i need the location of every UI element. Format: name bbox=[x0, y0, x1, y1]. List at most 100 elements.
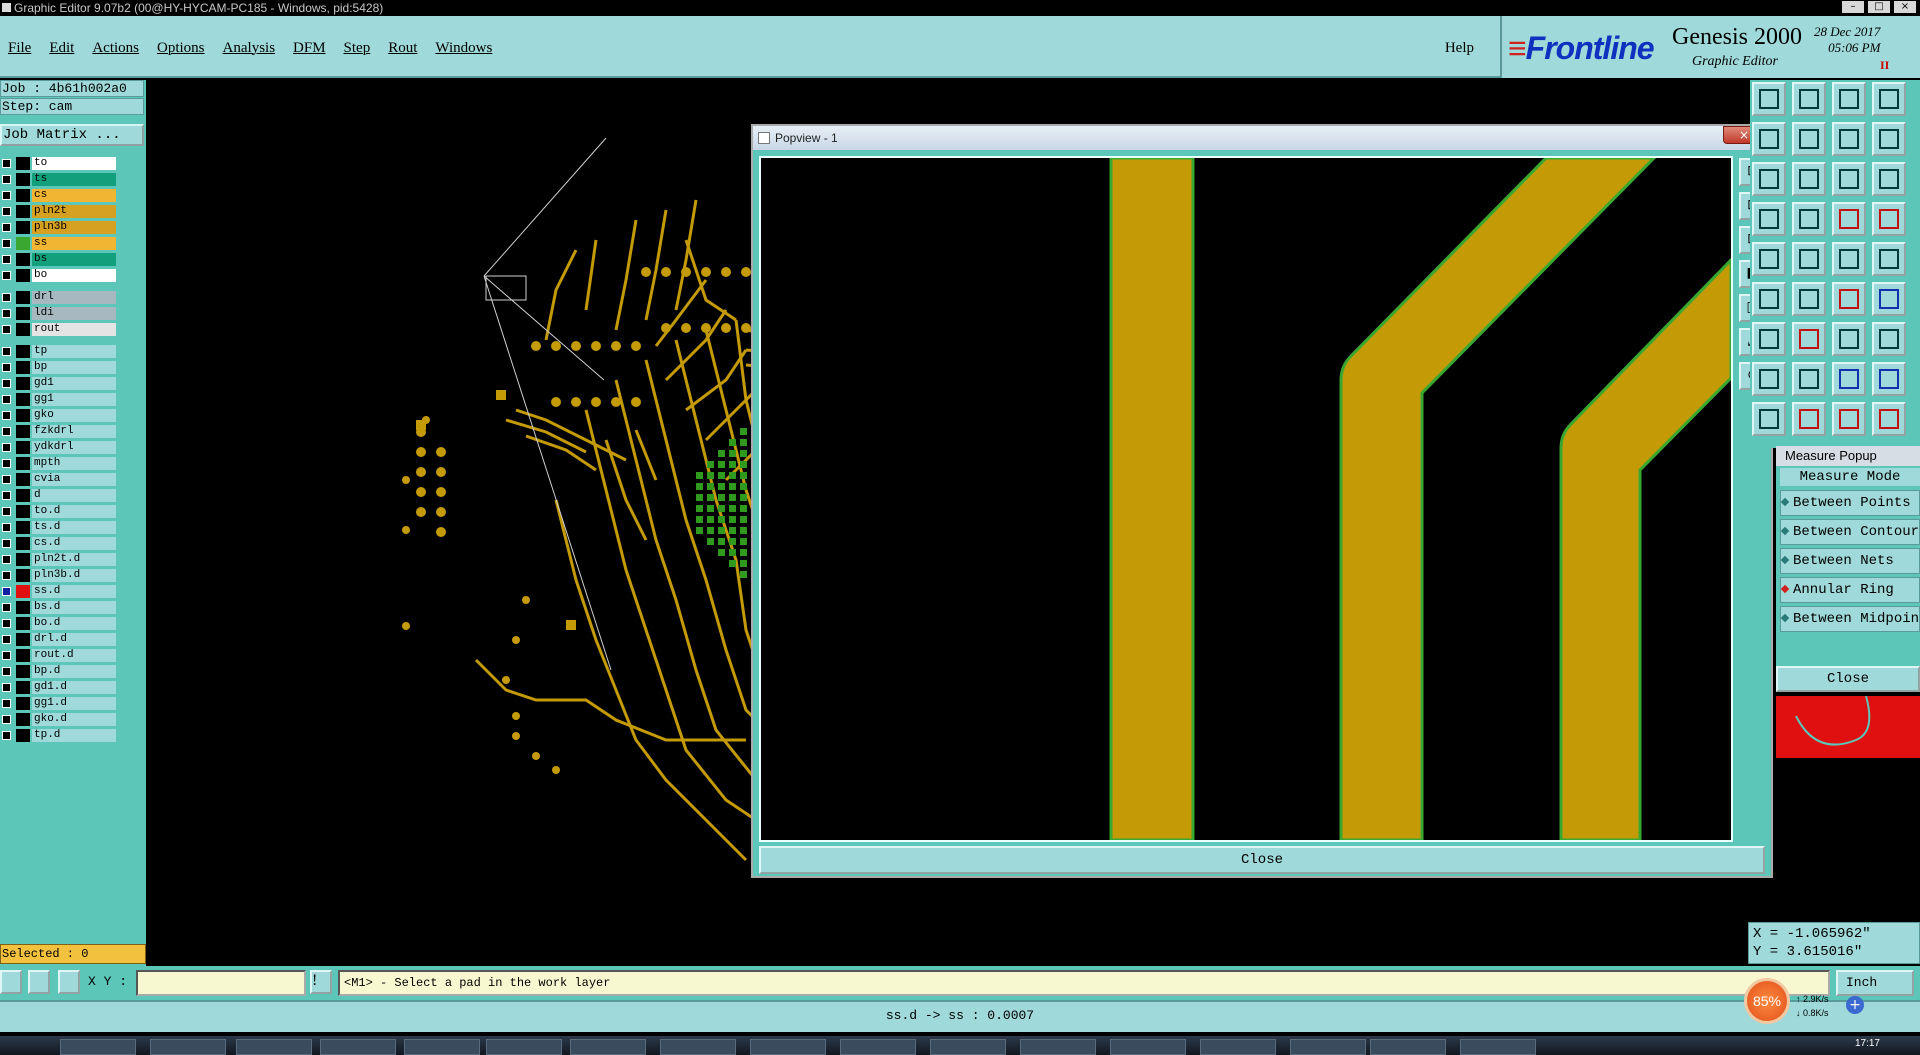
taskbar-app-button[interactable] bbox=[236, 1039, 312, 1055]
grid-button[interactable] bbox=[58, 970, 80, 994]
layer-status-swatch[interactable] bbox=[16, 409, 30, 422]
taskbar-app-button[interactable] bbox=[1110, 1039, 1186, 1055]
open-layer-button[interactable] bbox=[1752, 122, 1786, 156]
layer-row[interactable]: drl bbox=[0, 290, 118, 305]
layer-name[interactable]: bs.d bbox=[32, 601, 116, 614]
layer-checkbox[interactable] bbox=[2, 699, 11, 708]
triangle-red-2-button[interactable] bbox=[1832, 402, 1866, 436]
layer-checkbox[interactable] bbox=[2, 475, 11, 484]
maximize-button[interactable]: □ bbox=[1868, 1, 1890, 13]
layer-name[interactable]: mpth bbox=[32, 457, 116, 470]
layer-name[interactable]: pln2t bbox=[32, 205, 116, 218]
pad-select-button[interactable] bbox=[1872, 242, 1906, 276]
measure-button[interactable] bbox=[1792, 242, 1826, 276]
layer-row[interactable]: pln2t bbox=[0, 204, 118, 219]
layer-name[interactable]: fzkdrl bbox=[32, 425, 116, 438]
taskbar-app-button[interactable] bbox=[486, 1039, 562, 1055]
layer-name[interactable]: bs bbox=[32, 253, 116, 266]
menu-analysis[interactable]: Analysis bbox=[223, 40, 276, 57]
taskbar-app-button[interactable] bbox=[930, 1039, 1006, 1055]
triangle-red-button[interactable] bbox=[1792, 402, 1826, 436]
taskbar-app-button[interactable] bbox=[320, 1039, 396, 1055]
layer-checkbox[interactable] bbox=[2, 255, 11, 264]
layer-row[interactable]: gko bbox=[0, 408, 118, 423]
layer-name[interactable]: ts bbox=[32, 173, 116, 186]
layer-status-swatch[interactable] bbox=[16, 681, 30, 694]
taskbar-app-button[interactable] bbox=[150, 1039, 226, 1055]
layer-row[interactable]: ss bbox=[0, 236, 118, 251]
route-blue-button[interactable] bbox=[1872, 282, 1906, 316]
line-red-button[interactable] bbox=[1792, 322, 1826, 356]
layer-status-swatch[interactable] bbox=[16, 665, 30, 678]
measure-mode-between-points[interactable]: Between Points bbox=[1780, 490, 1920, 516]
layer-name[interactable]: rout bbox=[32, 323, 116, 336]
layer-checkbox[interactable] bbox=[2, 443, 11, 452]
info-button[interactable]: ! bbox=[310, 970, 332, 994]
layer-row[interactable]: pln3b.d bbox=[0, 568, 118, 583]
taskbar-app-button[interactable] bbox=[1200, 1039, 1276, 1055]
layer-name[interactable]: pln2t.d bbox=[32, 553, 116, 566]
layer-row[interactable]: drl.d bbox=[0, 632, 118, 647]
measure-mode-between-nets[interactable]: Between Nets bbox=[1780, 548, 1920, 574]
text-fit-button[interactable] bbox=[1872, 322, 1906, 356]
layer-name[interactable]: ydkdrl bbox=[32, 441, 116, 454]
close-window-button[interactable]: × bbox=[1894, 1, 1916, 13]
layer-status-swatch[interactable] bbox=[16, 173, 30, 186]
layer-row[interactable]: ldi bbox=[0, 306, 118, 321]
measure-close-button[interactable]: Close bbox=[1776, 666, 1920, 692]
layer-row[interactable]: ss.d bbox=[0, 584, 118, 599]
scale-1-2-button[interactable] bbox=[1832, 162, 1866, 196]
layer-row[interactable]: gg1 bbox=[0, 392, 118, 407]
layer-name[interactable]: ts.d bbox=[32, 521, 116, 534]
layer-checkbox[interactable] bbox=[2, 459, 11, 468]
taskbar-app-button[interactable] bbox=[60, 1039, 136, 1055]
layer-row[interactable]: pln3b bbox=[0, 220, 118, 235]
center-button[interactable] bbox=[1752, 402, 1786, 436]
taskbar-app-button[interactable] bbox=[1290, 1039, 1366, 1055]
layer-checkbox[interactable] bbox=[2, 207, 11, 216]
layer-row[interactable]: rout.d bbox=[0, 648, 118, 663]
cross-button[interactable] bbox=[1792, 282, 1826, 316]
layer-status-swatch[interactable] bbox=[16, 307, 30, 320]
layer-checkbox[interactable] bbox=[2, 603, 11, 612]
layer-status-swatch[interactable] bbox=[16, 291, 30, 304]
taskbar-app-button[interactable] bbox=[750, 1039, 826, 1055]
arc-button[interactable] bbox=[1832, 322, 1866, 356]
layer-row[interactable]: bo bbox=[0, 268, 118, 283]
layer-name[interactable]: pln3b bbox=[32, 221, 116, 234]
measure-mode-between-midpoints[interactable]: Between Midpoints bbox=[1780, 606, 1920, 632]
measure-mode-between-contours[interactable]: Between Contours bbox=[1780, 519, 1920, 545]
layer-status-swatch[interactable] bbox=[16, 473, 30, 486]
menu-edit[interactable]: Edit bbox=[49, 40, 74, 57]
home-view-button[interactable] bbox=[1832, 82, 1866, 116]
snap-red-button[interactable] bbox=[1832, 202, 1866, 236]
layer-checkbox[interactable] bbox=[2, 635, 11, 644]
add-pad-button[interactable] bbox=[1832, 362, 1866, 396]
layer-name[interactable]: tp bbox=[32, 345, 116, 358]
layer-name[interactable]: drl.d bbox=[32, 633, 116, 646]
pause-indicator[interactable]: II bbox=[1880, 58, 1889, 73]
layer-name[interactable]: to bbox=[32, 157, 116, 170]
load-layer-button[interactable] bbox=[1752, 82, 1786, 116]
layer-status-swatch[interactable] bbox=[16, 425, 30, 438]
layer-checkbox[interactable] bbox=[2, 683, 11, 692]
layer-checkbox[interactable] bbox=[2, 523, 11, 532]
layer-name[interactable]: cs bbox=[32, 189, 116, 202]
network-meter[interactable]: 85% bbox=[1744, 978, 1790, 1024]
layer-status-swatch[interactable] bbox=[16, 269, 30, 282]
layer-checkbox[interactable] bbox=[2, 587, 11, 596]
taskbar-app-button[interactable] bbox=[570, 1039, 646, 1055]
grid-toggle-button[interactable] bbox=[1792, 202, 1826, 236]
layer-row[interactable]: mpth bbox=[0, 456, 118, 471]
popview-close-button[interactable]: Close bbox=[759, 846, 1765, 874]
layer-status-swatch[interactable] bbox=[16, 157, 30, 170]
layer-name[interactable]: to.d bbox=[32, 505, 116, 518]
layer-name[interactable]: ss.d bbox=[32, 585, 116, 598]
layer-row[interactable]: gd1.d bbox=[0, 680, 118, 695]
menu-windows[interactable]: Windows bbox=[435, 40, 492, 57]
layer-row[interactable]: ydkdrl bbox=[0, 440, 118, 455]
layer-checkbox[interactable] bbox=[2, 427, 11, 436]
layer-status-swatch[interactable] bbox=[16, 617, 30, 630]
layer-status-swatch[interactable] bbox=[16, 601, 30, 614]
layer-status-swatch[interactable] bbox=[16, 553, 30, 566]
